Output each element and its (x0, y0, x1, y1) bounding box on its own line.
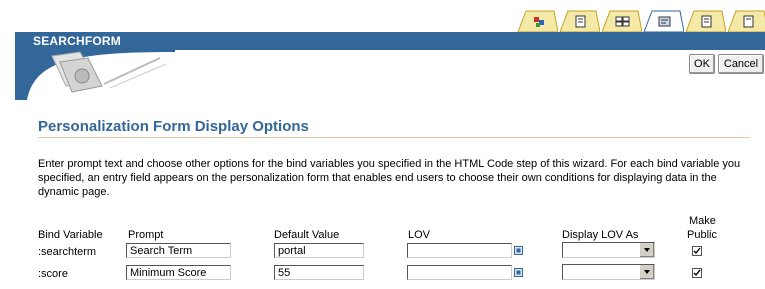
document-icon (559, 10, 600, 32)
tab-layout[interactable] (512, 10, 558, 32)
display-lov-as-select[interactable] (562, 242, 655, 258)
tab-sql[interactable] (554, 10, 600, 32)
header-bind-variable: Bind Variable (38, 229, 103, 241)
default-value-input[interactable] (274, 243, 364, 258)
bind-variable-label: :searchterm (38, 246, 97, 258)
lov-input[interactable] (407, 243, 512, 258)
header-prompt: Prompt (128, 229, 164, 241)
display-lov-as-select[interactable] (562, 264, 655, 280)
tab-form-display[interactable] (638, 10, 684, 32)
make-public-checkbox[interactable] (692, 268, 702, 278)
default-value-input[interactable] (274, 265, 364, 280)
layout-icon (517, 10, 558, 32)
page-title: SEARCHFORM (33, 34, 121, 48)
document-icon (685, 10, 726, 32)
tab-options[interactable] (680, 10, 726, 32)
chevron-down-icon[interactable] (639, 265, 654, 279)
lov-browse-icon[interactable] (514, 246, 523, 255)
cancel-button[interactable]: Cancel (718, 54, 764, 74)
header-make-public-line1: Make (689, 215, 716, 227)
instructions-text: Enter prompt text and choose other optio… (38, 158, 741, 198)
ok-button[interactable]: OK (689, 54, 715, 74)
wizard-tab-strip (0, 0, 765, 36)
header-make-public-line2: Public (687, 229, 717, 241)
form-fields-icon (601, 10, 642, 32)
form-display-icon (643, 10, 684, 32)
header-display-lov-as: Display LOV As (562, 229, 639, 241)
lov-browse-icon[interactable] (514, 268, 523, 277)
document-icon (727, 10, 765, 32)
prompt-input[interactable] (126, 265, 231, 280)
lov-input[interactable] (407, 265, 512, 280)
tab-parameters[interactable] (596, 10, 642, 32)
header-lov: LOV (408, 229, 431, 241)
tab-finish[interactable] (722, 10, 765, 32)
section-divider (38, 137, 750, 138)
chevron-down-icon[interactable] (639, 243, 654, 257)
bind-variable-label: :score (38, 268, 68, 280)
header-bar: SEARCHFORM (15, 32, 765, 50)
make-public-checkbox[interactable] (692, 246, 702, 256)
prompt-input[interactable] (126, 243, 231, 258)
section-title: Personalization Form Display Options (38, 118, 309, 135)
wizard-illustration-icon (51, 51, 167, 93)
header-default-value: Default Value (274, 229, 340, 241)
